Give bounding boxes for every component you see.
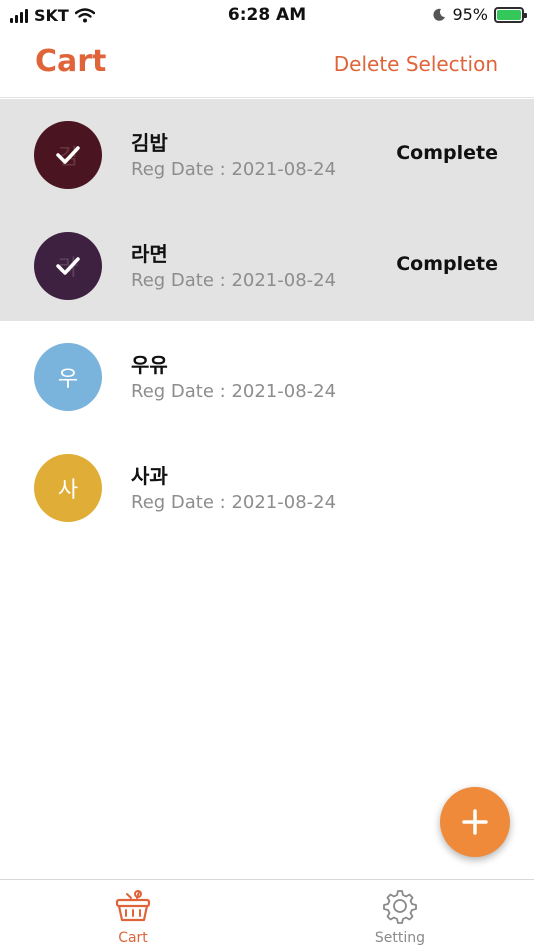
status-right: 95% — [432, 5, 527, 24]
avatar-initial: 사 — [57, 478, 79, 503]
delete-selection-button[interactable]: Delete Selection — [334, 52, 498, 76]
page-title: Cart — [35, 44, 107, 79]
status-badge: Complete — [396, 253, 498, 275]
basket-icon — [115, 890, 151, 922]
avatar: 김 — [34, 121, 102, 189]
tab-cart[interactable]: Cart — [73, 888, 193, 946]
avatar-initial: 우 — [57, 367, 79, 392]
add-item-button[interactable] — [440, 787, 510, 857]
tab-cart-label: Cart — [118, 930, 148, 946]
moon-icon — [433, 8, 446, 21]
item-reg-date: Reg Date : 2021-08-24 — [131, 381, 337, 402]
gear-icon — [383, 890, 417, 924]
tab-setting[interactable]: Setting — [340, 888, 460, 946]
avatar: 라 — [34, 232, 102, 300]
header: Cart Delete Selection — [0, 30, 534, 98]
item-name: 김밥 — [131, 131, 168, 155]
status-bar: SKT 6:28 AM 95% — [0, 0, 534, 30]
item-reg-date: Reg Date : 2021-08-24 — [131, 492, 337, 513]
item-name: 사과 — [131, 464, 168, 488]
cart-list: 김 김밥 Reg Date : 2021-08-24 Complete 라 라면… — [0, 99, 534, 543]
list-item[interactable]: 사 사과 Reg Date : 2021-08-24 — [0, 432, 534, 543]
list-item[interactable]: 우 우유 Reg Date : 2021-08-24 — [0, 321, 534, 432]
avatar: 사 — [34, 454, 102, 522]
avatar: 우 — [34, 343, 102, 411]
list-item[interactable]: 라 라면 Reg Date : 2021-08-24 Complete — [0, 210, 534, 321]
check-icon — [34, 121, 102, 189]
item-reg-date: Reg Date : 2021-08-24 — [131, 270, 337, 291]
item-name: 우유 — [131, 353, 168, 377]
tab-bar: Cart Setting — [0, 879, 534, 950]
item-reg-date: Reg Date : 2021-08-24 — [131, 159, 337, 180]
plus-icon — [462, 809, 488, 835]
item-name: 라면 — [131, 242, 168, 266]
list-item[interactable]: 김 김밥 Reg Date : 2021-08-24 Complete — [0, 99, 534, 210]
tab-setting-label: Setting — [374, 930, 426, 946]
status-badge: Complete — [396, 142, 498, 164]
check-icon — [34, 232, 102, 300]
battery-icon — [494, 6, 527, 23]
battery-percent: 95% — [452, 5, 488, 24]
